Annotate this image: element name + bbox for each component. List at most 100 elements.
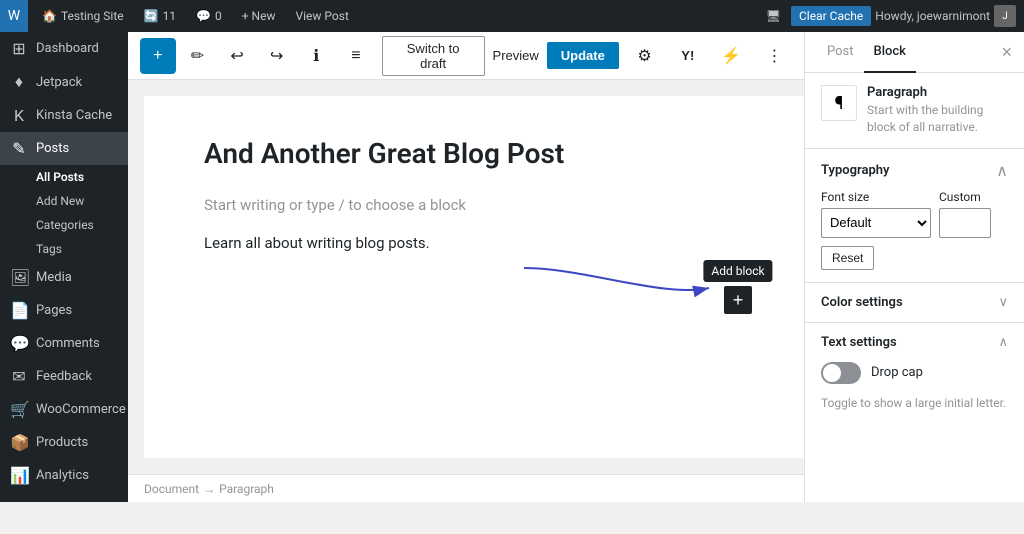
performance-button[interactable]: ⚡: [713, 38, 748, 74]
adminbar-updates[interactable]: 🔄 11: [138, 0, 182, 32]
custom-size-input[interactable]: [939, 208, 991, 238]
typography-toggle-icon: ∧: [996, 161, 1008, 180]
sidebar-item-posts[interactable]: ✎ Posts: [0, 132, 128, 165]
text-settings-header[interactable]: Text settings ∧: [805, 322, 1024, 362]
sidebar-label-analytics: Analytics: [36, 468, 89, 483]
admin-bar: W 🏠 Testing Site 🔄 11 💬 0 + New View Pos…: [0, 0, 1024, 32]
adminbar-user[interactable]: Howdy, joewarnimont J: [875, 5, 1016, 27]
sidebar-item-pages[interactable]: 📄 Pages: [0, 294, 128, 327]
sidebar-item-products[interactable]: 📦 Products: [0, 426, 128, 459]
block-title: Paragraph: [867, 85, 1008, 100]
adminbar-right: 🖥 Clear Cache Howdy, joewarnimont J: [760, 0, 1016, 32]
drop-cap-toggle[interactable]: [821, 362, 861, 384]
sidebar-item-kinsta[interactable]: K Kinsta Cache: [0, 99, 128, 132]
font-size-select[interactable]: Default: [821, 208, 931, 238]
drop-cap-row: Drop cap: [805, 362, 1024, 396]
view-post-label: View Post: [296, 9, 349, 23]
switch-draft-button[interactable]: Switch to draft: [382, 36, 485, 76]
kinsta-icon: K: [10, 106, 28, 125]
custom-label: Custom: [939, 190, 991, 204]
products-icon: 📦: [10, 433, 28, 452]
monitor-icon: 🖥: [766, 9, 781, 23]
sidebar: ⊞ Dashboard ♦ Jetpack K Kinsta Cache ✎ P…: [0, 32, 128, 502]
arrow-indicator: [504, 258, 724, 318]
site-name: Testing Site: [61, 9, 124, 23]
sidebar-sub-tags[interactable]: Tags: [0, 237, 128, 261]
adminbar-view-post[interactable]: View Post: [290, 0, 355, 32]
panel-tabs: Post Block ×: [805, 32, 1024, 73]
update-button[interactable]: Update: [547, 42, 619, 69]
sidebar-sub-all-posts[interactable]: All Posts: [0, 165, 128, 189]
color-settings-header[interactable]: Color settings ∨: [805, 282, 1024, 322]
tab-post[interactable]: Post: [817, 32, 864, 73]
settings-button[interactable]: ⚙: [627, 38, 662, 74]
analytics-icon: 📊: [10, 466, 28, 485]
updates-icon: 🔄: [144, 9, 159, 23]
block-description: Start with the building block of all nar…: [867, 102, 1008, 136]
color-settings-toggle-icon: ∨: [998, 295, 1008, 310]
add-block-inline-button[interactable]: +: [724, 286, 752, 314]
redo-button[interactable]: ↪: [259, 38, 295, 74]
drop-cap-label: Drop cap: [871, 365, 923, 380]
user-avatar: J: [994, 5, 1016, 27]
sidebar-item-analytics[interactable]: 📊 Analytics: [0, 459, 128, 492]
sidebar-label-dashboard: Dashboard: [36, 41, 99, 56]
sidebar-sub-add-new[interactable]: Add New: [0, 189, 128, 213]
sidebar-label-media: Media: [36, 270, 72, 285]
adminbar-site[interactable]: 🏠 Testing Site: [36, 0, 130, 32]
sidebar-label-jetpack: Jetpack: [36, 75, 82, 90]
list-view-button[interactable]: ≡: [338, 38, 374, 74]
font-size-label: Font size: [821, 190, 931, 204]
comments-sidebar-icon: 💬: [10, 334, 28, 353]
adminbar-new[interactable]: + New: [236, 0, 282, 32]
undo-button[interactable]: ↩: [219, 38, 255, 74]
home-icon: 🏠: [42, 9, 57, 23]
sidebar-item-reviews[interactable]: ★ Reviews: [0, 492, 128, 502]
editor-placeholder: Start writing or type / to choose a bloc…: [204, 196, 744, 214]
sidebar-label-kinsta: Kinsta Cache: [36, 108, 112, 123]
status-bar: Document → Paragraph: [128, 474, 804, 502]
posts-icon: ✎: [10, 139, 28, 158]
info-button[interactable]: ℹ: [299, 38, 335, 74]
font-size-row: Font size Default Custom: [821, 190, 1008, 238]
sidebar-item-dashboard[interactable]: ⊞ Dashboard: [0, 32, 128, 65]
pen-button[interactable]: ✏: [180, 38, 216, 74]
yoast-button[interactable]: Y!: [670, 38, 705, 74]
sidebar-item-jetpack[interactable]: ♦ Jetpack: [0, 65, 128, 99]
dashboard-icon: ⊞: [10, 39, 28, 58]
text-settings-toggle-icon: ∧: [998, 335, 1008, 350]
adminbar-monitoring[interactable]: 🖥: [760, 0, 787, 32]
editor-content[interactable]: And Another Great Blog Post Start writin…: [144, 96, 804, 458]
editor-main: + ✏ ↩ ↪ ℹ ≡ Switch to draft Preview Upda…: [128, 32, 804, 502]
paragraph-block-icon: ¶: [821, 85, 857, 121]
sidebar-item-feedback[interactable]: ✉ Feedback: [0, 360, 128, 393]
sidebar-label-posts: Posts: [36, 141, 69, 156]
preview-button[interactable]: Preview: [493, 48, 539, 63]
adminbar-comments[interactable]: 💬 0: [190, 0, 228, 32]
sidebar-label-feedback: Feedback: [36, 369, 92, 384]
add-block-inline-area: + Add block: [724, 286, 752, 314]
status-paragraph: Paragraph: [219, 482, 274, 496]
sidebar-item-woocommerce[interactable]: 🛒 WooCommerce: [0, 393, 128, 426]
tab-block[interactable]: Block: [864, 32, 916, 73]
typography-section-header[interactable]: Typography ∧: [821, 161, 1008, 180]
more-options-button[interactable]: ⋮: [757, 38, 792, 74]
woo-icon: 🛒: [10, 400, 28, 419]
color-settings-title: Color settings: [821, 295, 903, 310]
typography-section: Typography ∧ Font size Default Custom Re…: [805, 148, 1024, 282]
reset-button[interactable]: Reset: [821, 246, 874, 270]
updates-count: 11: [163, 9, 177, 23]
sidebar-item-comments[interactable]: 💬 Comments: [0, 327, 128, 360]
panel-close-button[interactable]: ×: [1001, 42, 1012, 63]
block-info-text: Paragraph Start with the building block …: [867, 85, 1008, 136]
sidebar-item-media[interactable]: 🖼 Media: [0, 261, 128, 294]
wp-logo[interactable]: W: [0, 0, 28, 32]
font-size-field: Font size Default: [821, 190, 931, 238]
media-icon: 🖼: [10, 268, 28, 287]
add-block-toolbar-button[interactable]: +: [140, 38, 176, 74]
clear-cache-button[interactable]: Clear Cache: [791, 6, 871, 26]
comments-count: 0: [215, 9, 222, 23]
typography-title: Typography: [821, 163, 890, 178]
sidebar-sub-categories[interactable]: Categories: [0, 213, 128, 237]
drop-cap-description: Toggle to show a large initial letter.: [805, 396, 1024, 422]
